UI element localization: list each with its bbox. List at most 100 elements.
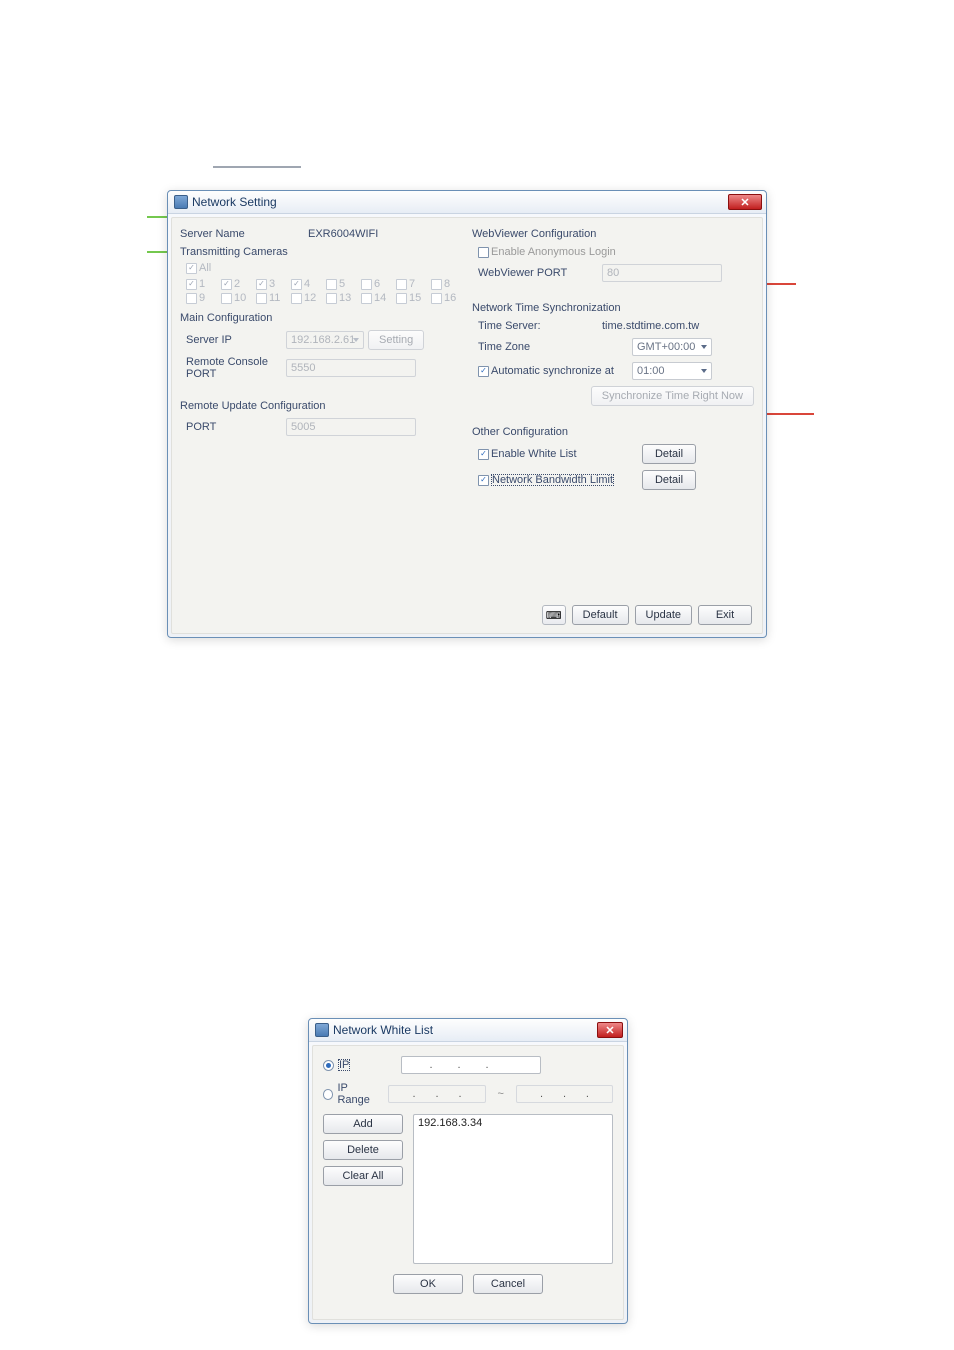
camera-checkbox[interactable]: 1 xyxy=(186,278,217,290)
camera-checkbox[interactable]: 9 xyxy=(186,292,217,304)
checkbox-icon xyxy=(256,293,267,304)
server-ip-setting-button[interactable]: Setting xyxy=(368,330,424,350)
server-name-label: Server Name xyxy=(180,228,300,240)
checkbox-icon xyxy=(478,475,489,486)
camera-checkbox[interactable]: 14 xyxy=(361,292,392,304)
camera-checkbox[interactable]: 16 xyxy=(431,292,462,304)
clear-all-button[interactable]: Clear All xyxy=(323,1166,403,1186)
camera-checkbox[interactable]: 13 xyxy=(326,292,357,304)
checkbox-icon xyxy=(256,279,267,290)
keyboard-icon: ⌨ xyxy=(546,609,562,622)
time-server-label: Time Server: xyxy=(478,320,598,332)
window-title: Network Setting xyxy=(192,195,277,209)
remote-update-port-input[interactable]: 5005 xyxy=(286,418,416,436)
network-time-sync-label: Network Time Synchronization xyxy=(472,302,754,314)
ip-single-input[interactable]: ... xyxy=(401,1056,541,1074)
list-item[interactable]: 192.168.3.34 xyxy=(418,1117,608,1129)
add-button[interactable]: Add xyxy=(323,1114,403,1134)
camera-checkbox[interactable]: 7 xyxy=(396,278,427,290)
checkbox-icon xyxy=(221,279,232,290)
camera-checkbox[interactable]: 8 xyxy=(431,278,462,290)
remote-console-port-input[interactable]: 5550 xyxy=(286,359,416,377)
camera-checkbox[interactable]: 11 xyxy=(256,292,287,304)
transmitting-cameras-label: Transmitting Cameras xyxy=(180,246,288,258)
checkbox-icon xyxy=(221,293,232,304)
remote-console-port-label: Remote Console PORT xyxy=(186,356,282,380)
ip-range-separator: ~ xyxy=(498,1088,504,1100)
checkbox-icon xyxy=(396,293,407,304)
radio-icon xyxy=(323,1089,333,1100)
window-title: Network White List xyxy=(333,1023,433,1037)
camera-checkbox[interactable]: 12 xyxy=(291,292,322,304)
ip-radio[interactable]: IP xyxy=(323,1059,393,1071)
camera-grid: 1 2 3 4 5 6 7 8 9 10 11 12 13 14 15 16 xyxy=(186,278,462,304)
keyboard-button[interactable]: ⌨ xyxy=(542,605,566,625)
remote-update-configuration-label: Remote Update Configuration xyxy=(180,400,462,412)
auto-sync-label: Automatic synchronize at xyxy=(491,365,614,377)
enable-anonymous-login-checkbox[interactable]: Enable Anonymous Login xyxy=(478,246,754,258)
checkbox-icon xyxy=(186,263,197,274)
sync-now-button[interactable]: Synchronize Time Right Now xyxy=(591,386,754,406)
white-list-detail-button[interactable]: Detail xyxy=(642,444,696,464)
webviewer-configuration-label: WebViewer Configuration xyxy=(472,228,754,240)
close-icon: ✕ xyxy=(740,196,749,209)
checkbox-icon xyxy=(478,449,489,460)
time-server-value: time.stdtime.com.tw xyxy=(602,320,722,332)
auto-sync-time-select[interactable]: 01:00 xyxy=(632,362,712,380)
cancel-button[interactable]: Cancel xyxy=(473,1274,543,1294)
white-list-listbox[interactable]: 192.168.3.34 xyxy=(413,1114,613,1264)
radio-icon xyxy=(323,1060,334,1071)
checkbox-icon xyxy=(361,279,372,290)
ip-range-from-input[interactable]: ... xyxy=(388,1085,485,1103)
checkbox-icon xyxy=(326,293,337,304)
ip-range-to-input[interactable]: ... xyxy=(516,1085,613,1103)
main-configuration-label: Main Configuration xyxy=(180,312,462,324)
camera-checkbox[interactable]: 5 xyxy=(326,278,357,290)
checkbox-icon xyxy=(291,279,302,290)
checkbox-icon xyxy=(291,293,302,304)
camera-checkbox[interactable]: 2 xyxy=(221,278,252,290)
camera-checkbox[interactable]: 6 xyxy=(361,278,392,290)
exit-button[interactable]: Exit xyxy=(698,605,752,625)
server-ip-select[interactable]: 192.168.2.61 xyxy=(286,331,364,349)
page-decoration xyxy=(213,166,301,168)
bandwidth-limit-label: Network Bandwidth Limit xyxy=(491,474,614,486)
default-button[interactable]: Default xyxy=(572,605,629,625)
camera-checkbox[interactable]: 4 xyxy=(291,278,322,290)
other-configuration-label: Other Configuration xyxy=(472,426,754,438)
bandwidth-limit-checkbox[interactable]: Network Bandwidth Limit xyxy=(478,474,638,486)
webviewer-port-input[interactable]: 80 xyxy=(602,264,722,282)
checkbox-icon xyxy=(478,366,489,377)
checkbox-icon xyxy=(361,293,372,304)
update-button[interactable]: Update xyxy=(635,605,692,625)
close-button[interactable]: ✕ xyxy=(728,194,762,210)
checkbox-icon xyxy=(478,247,489,258)
app-icon xyxy=(315,1023,329,1037)
close-button[interactable]: ✕ xyxy=(597,1022,623,1038)
time-zone-select[interactable]: GMT+00:00 xyxy=(632,338,712,356)
auto-sync-checkbox[interactable]: Automatic synchronize at xyxy=(478,365,628,377)
delete-button[interactable]: Delete xyxy=(323,1140,403,1160)
ip-range-radio[interactable]: IP Range xyxy=(323,1082,380,1106)
enable-white-list-checkbox[interactable]: Enable White List xyxy=(478,448,638,460)
ok-button[interactable]: OK xyxy=(393,1274,463,1294)
close-icon: ✕ xyxy=(605,1024,614,1037)
bandwidth-limit-detail-button[interactable]: Detail xyxy=(642,470,696,490)
server-ip-label: Server IP xyxy=(186,334,282,346)
checkbox-icon xyxy=(186,293,197,304)
camera-checkbox[interactable]: 10 xyxy=(221,292,252,304)
enable-anonymous-login-label: Enable Anonymous Login xyxy=(491,246,616,258)
server-ip-value: 192.168.2.61 xyxy=(291,334,355,346)
server-name-value: EXR6004WIFI xyxy=(308,228,428,240)
callout-time-sync xyxy=(764,283,796,285)
enable-white-list-label: Enable White List xyxy=(491,448,577,460)
ip-radio-label: IP xyxy=(338,1059,350,1071)
checkbox-icon xyxy=(326,279,337,290)
ip-range-radio-label: IP Range xyxy=(337,1082,380,1106)
network-setting-window: Network Setting ✕ Server Name EXR6004WIF… xyxy=(167,190,767,638)
checkbox-icon xyxy=(431,279,442,290)
time-zone-label: Time Zone xyxy=(478,341,628,353)
camera-checkbox[interactable]: 15 xyxy=(396,292,427,304)
camera-all-checkbox[interactable]: All xyxy=(186,262,462,274)
camera-checkbox[interactable]: 3 xyxy=(256,278,287,290)
